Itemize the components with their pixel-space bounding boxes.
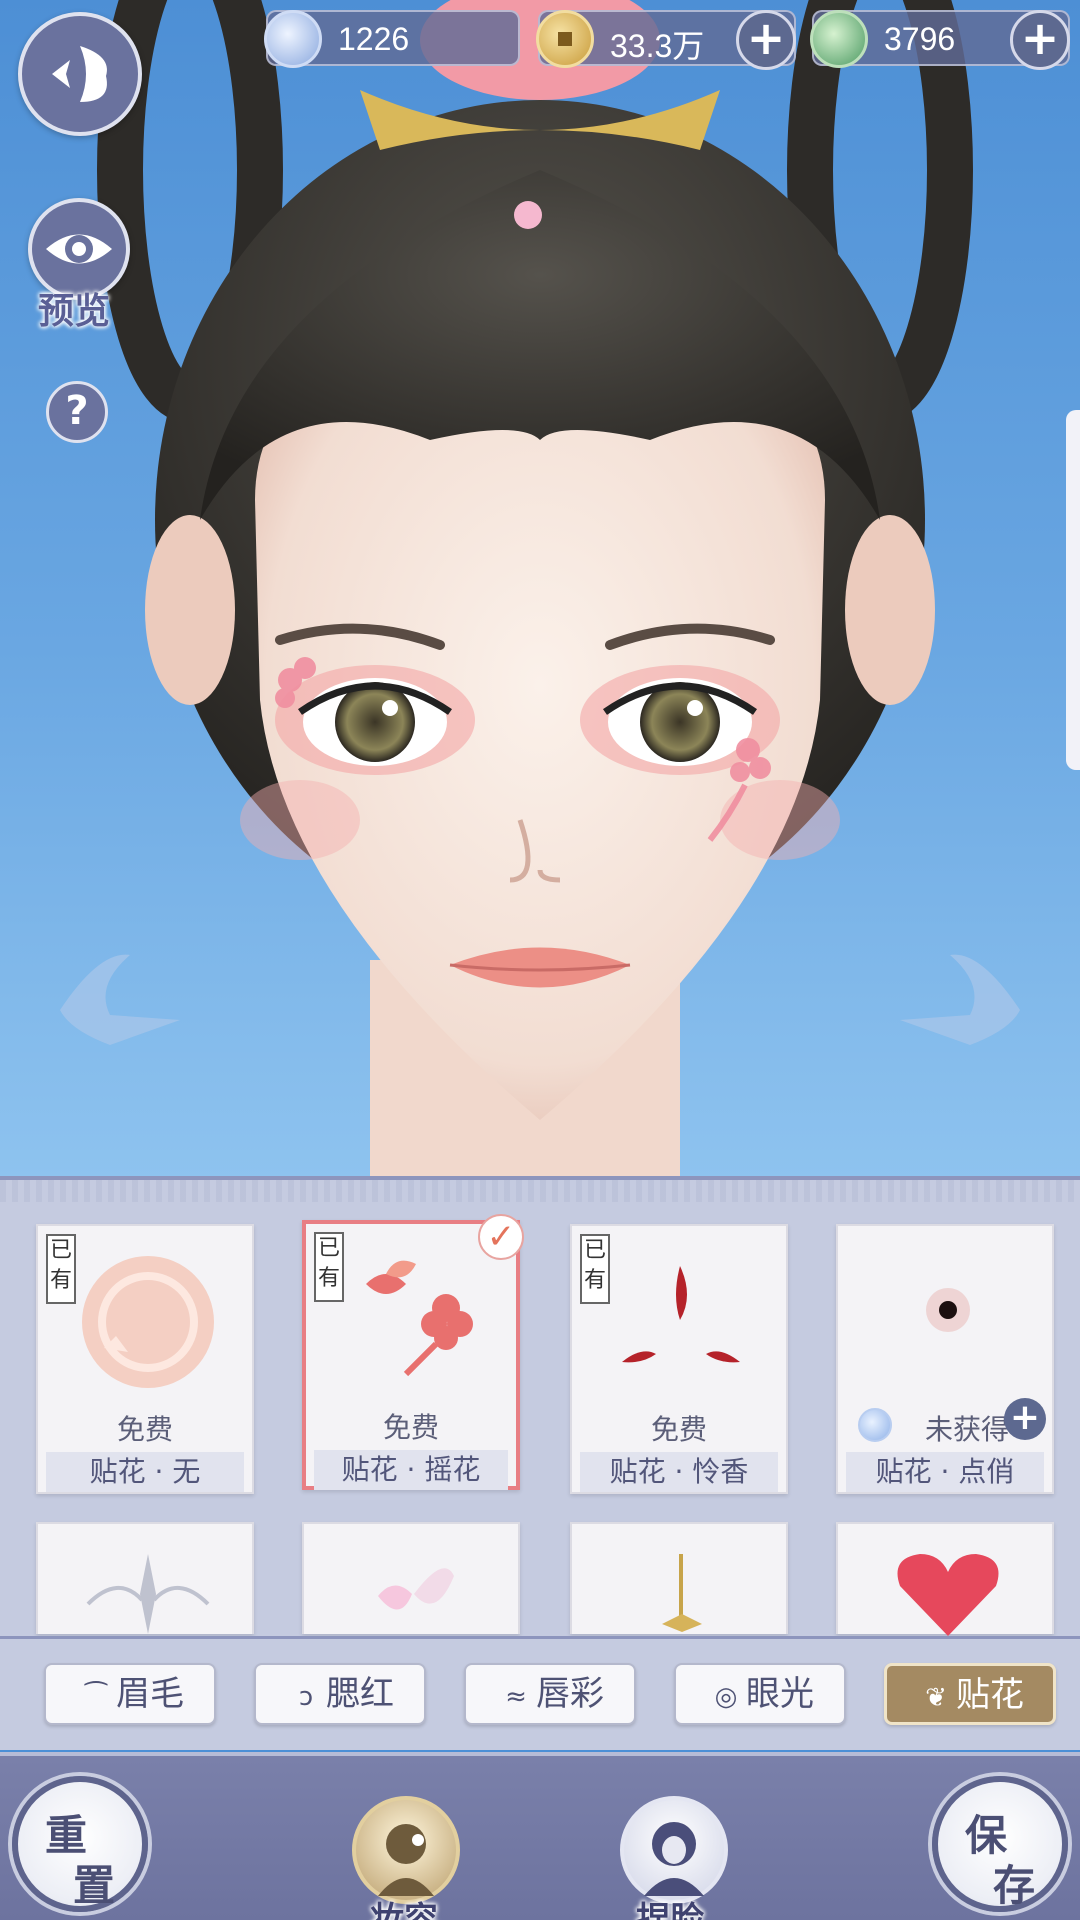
tab-lips[interactable]: ≈ 唇彩 (464, 1663, 636, 1725)
makeup-mode-button[interactable] (352, 1796, 460, 1904)
decal-card-row2-2[interactable] (302, 1522, 520, 1634)
currency-jade: 1226 (264, 10, 520, 68)
blush-icon: ɔ (298, 1682, 314, 1712)
jade-coin-icon (264, 10, 322, 68)
lips-icon: ≈ (505, 1682, 527, 1712)
tab-label: 腮红 (326, 1674, 394, 1714)
item-name: 贴花 · 摇花 (314, 1450, 508, 1490)
tab-label: 贴花 (956, 1675, 1024, 1715)
dragon-amount: 3796 (884, 21, 956, 57)
character-face-render (60, 0, 1020, 1180)
side-drawer-handle[interactable] (1066, 410, 1080, 770)
makeup-mode-label: 妆容 (370, 1900, 438, 1920)
decal-card-row2-1[interactable] (36, 1522, 254, 1634)
decal-card-dianqiao[interactable]: 未获得 + 贴花 · 点俏 (836, 1224, 1054, 1494)
eyebrow-icon: ⁀ (85, 1682, 107, 1712)
face-sculpt-mode-button[interactable] (620, 1796, 728, 1904)
item-name: 贴花 · 点俏 (846, 1452, 1044, 1492)
owned-tag: 已有 (46, 1234, 76, 1304)
currency-copper: 33.3万 + (536, 10, 796, 70)
dragon-token-icon (810, 10, 868, 68)
copper-coin-icon (536, 10, 594, 68)
add-copper-button[interactable]: + (736, 10, 796, 70)
help-button[interactable]: ? (46, 381, 108, 443)
add-dragon-token-button[interactable]: + (1010, 10, 1070, 70)
pink-heart-petal-icon (378, 1568, 454, 1610)
tab-eyebrow[interactable]: ⁀ 眉毛 (44, 1663, 216, 1725)
owned-tag: 已有 (580, 1234, 610, 1304)
save-button[interactable]: 保 存 (932, 1776, 1068, 1912)
item-price: 免费 (382, 1411, 439, 1444)
bottom-action-bar: 重 置 妆容 捏脸 保 存 (0, 1752, 1080, 1920)
preview-label: 预览 (38, 290, 111, 332)
decal-card-none[interactable]: 已有 免费 贴花 · 无 (36, 1224, 254, 1494)
decal-card-row2-3[interactable] (570, 1522, 788, 1634)
decal-item-panel: 已有 免费 贴花 · 无 已有 ✓ 免费 贴花 · 摇花 已有 免费 贴花 · … (0, 1176, 1080, 1636)
back-button[interactable] (18, 12, 142, 136)
decal-card-row2-4[interactable] (836, 1522, 1054, 1636)
silver-ornament-decal-icon (86, 1554, 210, 1634)
jade-amount: 1226 (338, 21, 410, 57)
acquire-item-button[interactable]: + (1004, 1398, 1046, 1440)
dot-decal-icon (926, 1288, 970, 1332)
item-price: 免费 (650, 1413, 707, 1446)
item-name: 贴花 · 怜香 (580, 1452, 778, 1492)
currency-dragon: 3796 + (810, 10, 1070, 70)
makeup-category-tabs: ⁀ 眉毛 ɔ 腮红 ≈ 唇彩 ◎ 眼光 ❦ 贴花 (0, 1636, 1080, 1750)
gold-pin-decal-icon (662, 1554, 702, 1632)
item-price: 免费 (116, 1413, 173, 1446)
petal-icon: ❦ (925, 1683, 947, 1713)
owned-tag: 已有 (314, 1232, 344, 1302)
tab-blush[interactable]: ɔ 腮红 (254, 1663, 426, 1725)
decal-card-lianxiang[interactable]: 已有 免费 贴花 · 怜香 (570, 1224, 788, 1494)
red-heart-decal-icon (897, 1554, 999, 1636)
tab-label: 眼光 (746, 1674, 814, 1714)
decal-card-yaohua[interactable]: 已有 ✓ 免费 贴花 · 摇花 (302, 1214, 524, 1490)
tab-label: 唇彩 (536, 1674, 604, 1714)
item-name: 贴花 · 无 (46, 1452, 244, 1492)
tab-eye-shine[interactable]: ◎ 眼光 (674, 1663, 846, 1725)
selected-check-icon: ✓ (478, 1214, 524, 1260)
face-sculpt-mode-label: 捏脸 (636, 1900, 704, 1920)
copper-amount: 33.3万 (610, 28, 705, 64)
butterfly-back-icon (52, 46, 107, 102)
eye-shine-icon: ◎ (714, 1682, 738, 1712)
woman-makeup-icon (378, 1824, 434, 1896)
save-char-2: 存 (992, 1861, 1035, 1910)
reset-button[interactable]: 重 置 (12, 1776, 148, 1912)
tab-label: 眉毛 (116, 1674, 184, 1714)
character-viewport[interactable] (0, 0, 1080, 1180)
reset-char-2: 置 (72, 1861, 115, 1910)
tab-decal[interactable]: ❦ 贴花 (884, 1663, 1056, 1725)
face-sculpt-icon (644, 1822, 704, 1896)
